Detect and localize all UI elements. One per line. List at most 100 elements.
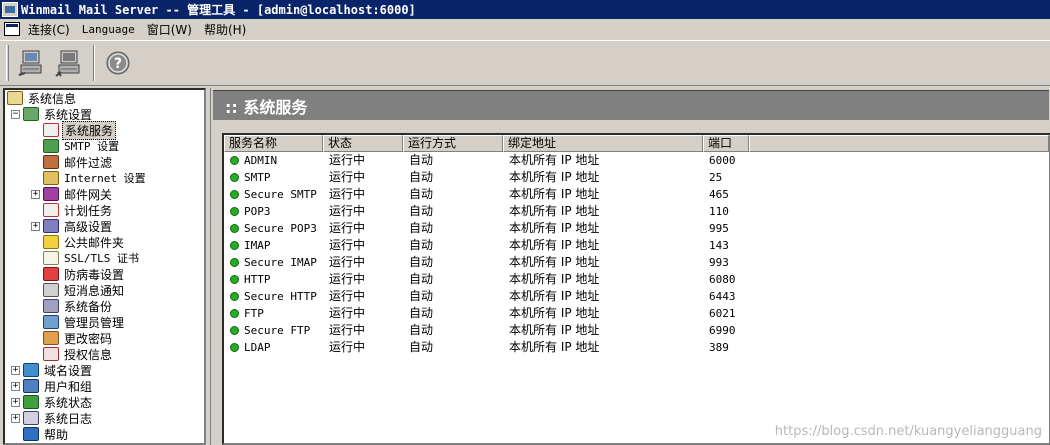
running-status-icon xyxy=(230,309,239,318)
run-mode-cell: 自动 xyxy=(409,204,434,218)
port-cell: 6080 xyxy=(709,273,736,286)
expand-icon[interactable]: + xyxy=(11,397,20,407)
tree-item-help[interactable]: 帮助 xyxy=(23,426,70,442)
run-mode-cell: 自动 xyxy=(409,289,434,303)
bind-address-cell: 本机所有 IP 地址 xyxy=(509,306,600,320)
tree-item-domain-settings[interactable]: + 域名设置 xyxy=(11,362,94,378)
expand-icon[interactable]: + xyxy=(11,365,20,375)
running-status-icon xyxy=(230,292,239,301)
tree-item-internet-settings[interactable]: Internet 设置 xyxy=(43,170,148,186)
navigation-tree[interactable]: 系统信息 − 系统设置 系统服务 SMTP 设置 邮件过滤 Internet 设… xyxy=(3,88,206,445)
tree-item-mail-filter[interactable]: 邮件过滤 xyxy=(43,154,114,170)
tree-item-system-backup[interactable]: 系统备份 xyxy=(43,298,114,314)
toolbar-grip[interactable] xyxy=(6,45,9,81)
port-cell: 6021 xyxy=(709,307,736,320)
menu-connect[interactable]: 连接(C) xyxy=(22,21,76,38)
column-header-status[interactable]: 状态 xyxy=(323,135,403,152)
table-row[interactable]: Secure POP3 运行中 自动 本机所有 IP 地址 995 xyxy=(224,220,749,237)
tree-item-system-services[interactable]: 系统服务 xyxy=(43,120,117,140)
table-row[interactable]: IMAP 运行中 自动 本机所有 IP 地址 143 xyxy=(224,237,749,254)
menu-help[interactable]: 帮助(H) xyxy=(198,21,252,38)
status-cell: 运行中 xyxy=(329,238,366,252)
table-row[interactable]: Secure SMTP 运行中 自动 本机所有 IP 地址 465 xyxy=(224,186,749,203)
run-mode-cell: 自动 xyxy=(409,306,434,320)
service-name-cell: Secure FTP xyxy=(224,322,323,339)
bind-address-cell: 本机所有 IP 地址 xyxy=(509,272,600,286)
bind-address-cell: 本机所有 IP 地址 xyxy=(509,238,600,252)
status-cell: 运行中 xyxy=(329,255,366,269)
table-row[interactable]: FTP 运行中 自动 本机所有 IP 地址 6021 xyxy=(224,305,749,322)
tree-item-advanced-settings[interactable]: + 高级设置 xyxy=(31,218,114,234)
table-row[interactable]: Secure HTTP 运行中 自动 本机所有 IP 地址 6443 xyxy=(224,288,749,305)
list-header: 服务名称 状态 运行方式 绑定地址 端口 xyxy=(224,135,1049,152)
menu-language[interactable]: Language xyxy=(76,23,141,36)
expand-icon[interactable]: + xyxy=(31,189,40,199)
connect-button[interactable] xyxy=(15,45,49,81)
table-row[interactable]: LDAP 运行中 自动 本机所有 IP 地址 389 xyxy=(224,339,749,356)
running-status-icon xyxy=(230,173,239,182)
running-status-icon xyxy=(230,343,239,352)
port-cell: 6443 xyxy=(709,290,736,303)
status-cell: 运行中 xyxy=(329,306,366,320)
run-mode-cell: 自动 xyxy=(409,187,434,201)
tree-item-smtp-settings[interactable]: SMTP 设置 xyxy=(43,138,121,154)
running-status-icon xyxy=(230,258,239,267)
tree-item-ssl-certificate[interactable]: SSL/TLS 证书 xyxy=(43,250,141,266)
tree-item-system-info[interactable]: 系统信息 xyxy=(7,90,78,106)
tree-item-public-folders[interactable]: 公共邮件夹 xyxy=(43,234,126,250)
status-cell: 运行中 xyxy=(329,153,366,167)
column-header-port[interactable]: 端口 xyxy=(703,135,749,152)
tree-item-license-info[interactable]: 授权信息 xyxy=(43,346,114,362)
expand-icon[interactable]: + xyxy=(11,413,20,423)
help-book-icon xyxy=(23,427,39,441)
smtp-icon xyxy=(43,139,59,153)
tree-item-system-status[interactable]: + 系统状态 xyxy=(11,394,94,410)
run-mode-cell: 自动 xyxy=(409,153,434,167)
status-cell: 运行中 xyxy=(329,187,366,201)
services-list[interactable]: 服务名称 状态 运行方式 绑定地址 端口 ADMIN 运行中 自动 本机所有 I… xyxy=(222,133,1050,445)
table-row[interactable]: Secure IMAP 运行中 自动 本机所有 IP 地址 993 xyxy=(224,254,749,271)
window-title: Winmail Mail Server -- 管理工具 - [admin@loc… xyxy=(21,3,416,17)
domain-icon xyxy=(23,363,39,377)
tree-item-scheduled-tasks[interactable]: 计划任务 xyxy=(43,202,114,218)
phone-icon xyxy=(43,283,59,297)
service-name-cell: IMAP xyxy=(224,237,323,254)
table-row[interactable]: ADMIN 运行中 自动 本机所有 IP 地址 6000 xyxy=(224,152,749,169)
run-mode-cell: 自动 xyxy=(409,170,434,184)
column-header-run-mode[interactable]: 运行方式 xyxy=(403,135,503,152)
help-button[interactable]: ? xyxy=(101,45,135,81)
collapse-icon[interactable]: − xyxy=(11,109,20,119)
internet-icon xyxy=(43,171,59,185)
port-cell: 465 xyxy=(709,188,729,201)
run-mode-cell: 自动 xyxy=(409,272,434,286)
content-panel: :: 系统服务 服务名称 状态 运行方式 绑定地址 端口 ADMIN 运行中 自… xyxy=(210,88,1050,445)
table-row[interactable]: HTTP 运行中 自动 本机所有 IP 地址 6080 xyxy=(224,271,749,288)
mdi-window-icon[interactable] xyxy=(4,22,20,36)
menu-bar: 连接(C) Language 窗口(W) 帮助(H) xyxy=(0,19,1050,39)
tree-item-antivirus[interactable]: 防病毒设置 xyxy=(43,266,126,282)
tree-item-system-log[interactable]: + 系统日志 xyxy=(11,410,94,426)
running-status-icon xyxy=(230,326,239,335)
tree-item-admin-management[interactable]: 管理员管理 xyxy=(43,314,126,330)
running-status-icon xyxy=(230,156,239,165)
run-mode-cell: 自动 xyxy=(409,255,434,269)
license-icon xyxy=(43,347,59,361)
tree-item-users-groups[interactable]: + 用户和组 xyxy=(11,378,94,394)
expand-icon[interactable]: + xyxy=(11,381,20,391)
run-mode-cell: 自动 xyxy=(409,323,434,337)
column-header-bind-address[interactable]: 绑定地址 xyxy=(503,135,703,152)
tree-item-change-password[interactable]: 更改密码 xyxy=(43,330,114,346)
table-row[interactable]: POP3 运行中 自动 本机所有 IP 地址 110 xyxy=(224,203,749,220)
tree-item-sms-notify[interactable]: 短消息通知 xyxy=(43,282,126,298)
tree-item-mail-gateway[interactable]: + 邮件网关 xyxy=(31,186,114,202)
certificate-icon xyxy=(43,251,59,265)
table-row[interactable]: Secure FTP 运行中 自动 本机所有 IP 地址 6990 xyxy=(224,322,749,339)
port-cell: 6000 xyxy=(709,154,736,167)
disconnect-button[interactable] xyxy=(53,45,87,81)
table-row[interactable]: SMTP 运行中 自动 本机所有 IP 地址 25 xyxy=(224,169,749,186)
toolbar-separator xyxy=(93,45,95,81)
column-header-service-name[interactable]: 服务名称 xyxy=(224,135,323,152)
service-name-cell: POP3 xyxy=(224,203,323,220)
expand-icon[interactable]: + xyxy=(31,221,40,231)
menu-window[interactable]: 窗口(W) xyxy=(141,21,198,38)
